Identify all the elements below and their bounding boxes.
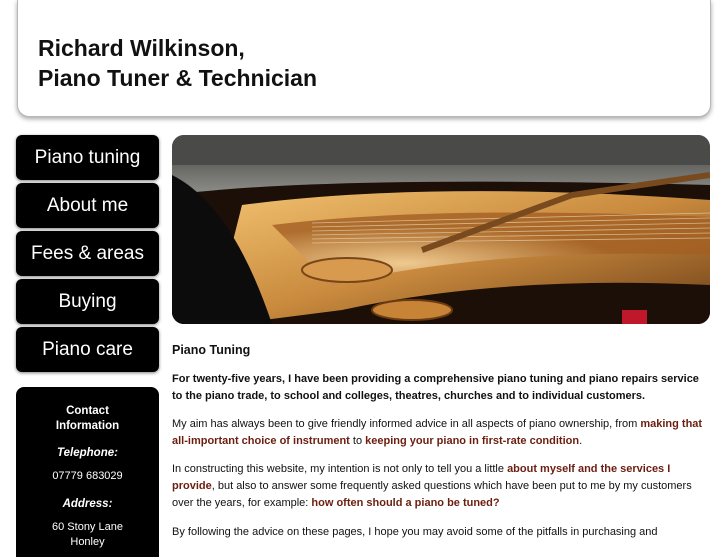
paragraph-website: In constructing this website, my intenti… (172, 463, 692, 509)
telephone-label: Telephone: (57, 447, 118, 459)
nav-fees-areas-button[interactable]: Fees & areas (16, 231, 159, 276)
paragraph-pitfalls: By following the advice on these pages, … (172, 526, 658, 538)
nav-piano-tuning-button[interactable]: Piano tuning (16, 135, 159, 180)
piano-condition-link[interactable]: keeping your piano in first-rate conditi… (365, 435, 579, 447)
address-line2: Honley (70, 536, 105, 548)
nav-about-me-button[interactable]: About me (16, 183, 159, 228)
nav-buying-button[interactable]: Buying (16, 279, 159, 324)
contact-heading: Contact Information (55, 405, 120, 432)
nav-piano-care-button[interactable]: Piano care (16, 327, 159, 372)
piano-hero-image (172, 135, 710, 324)
intro-paragraph: For twenty-five years, I have been provi… (172, 373, 699, 402)
address-line1: 60 Stony Lane (52, 521, 123, 533)
tuning-frequency-link[interactable]: how often should a piano be tuned? (311, 497, 499, 509)
site-title-line2: Piano Tuner & Technician (38, 65, 318, 91)
telephone-number: 07779 683029 (52, 470, 123, 482)
site-title-line1: Richard Wilkinson, (38, 35, 245, 61)
contact-panel: Contact Information Telephone: 07779 683… (16, 387, 159, 557)
page-heading: Piano Tuning (172, 343, 251, 357)
paragraph-advice: My aim has always been to give friendly … (172, 418, 703, 447)
site-header: Richard Wilkinson, Piano Tuner & Technic… (17, 0, 711, 117)
address-label: Address: (62, 498, 113, 510)
